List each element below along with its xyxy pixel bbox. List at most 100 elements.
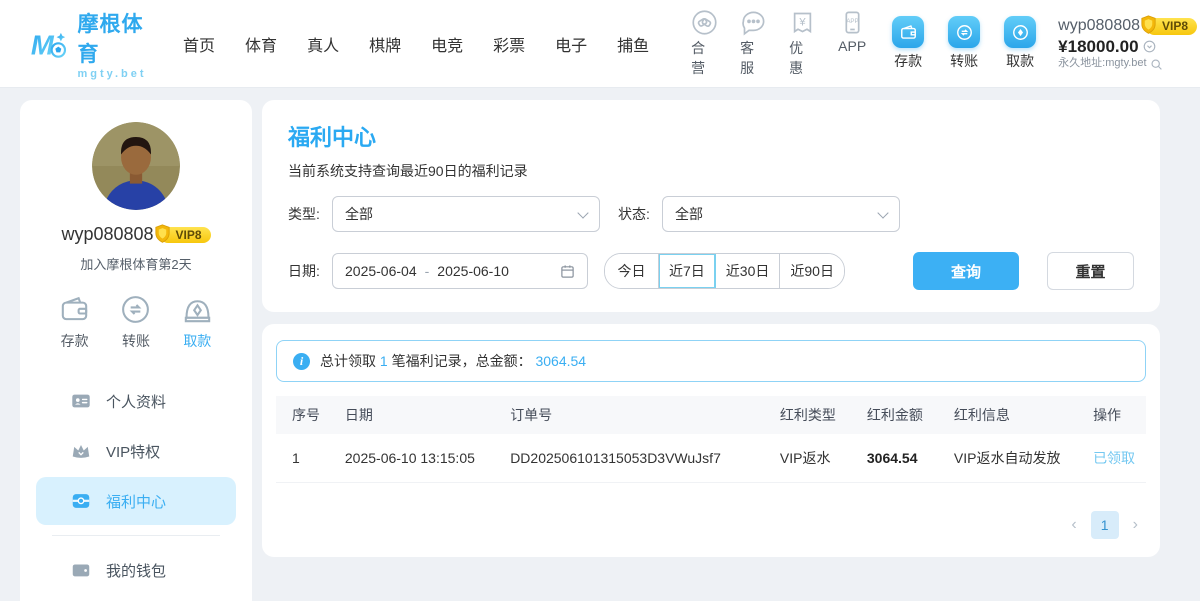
logo-mark-icon: M	[30, 23, 69, 65]
support-label: 客服	[740, 38, 767, 78]
user-info-block[interactable]: wyp080808 VIP8 ¥18000.00 永久地址:mgty.bet	[1058, 16, 1197, 71]
sidebar-withdraw-button[interactable]: 取款	[181, 293, 214, 351]
transfer-arrows-icon	[119, 293, 152, 326]
magnifier-icon[interactable]	[1150, 58, 1163, 71]
type-select-value: 全部	[345, 204, 373, 224]
sidebar-divider	[52, 535, 220, 536]
sidebar-item-vip[interactable]: VIP特权	[36, 427, 236, 475]
sidebar-item-transactions[interactable]: 交易记录	[36, 596, 236, 601]
nav-item-sports[interactable]: 体育	[245, 32, 277, 56]
deposit-wallet-icon	[899, 23, 918, 42]
partner-link[interactable]: 合营	[691, 9, 718, 78]
cell-index: 1	[276, 434, 337, 482]
sidebar-transfer-button[interactable]: 转账	[119, 293, 152, 351]
withdraw-coin-icon	[181, 293, 214, 326]
svg-text:¥: ¥	[799, 16, 807, 28]
type-label: 类型:	[288, 204, 332, 224]
table-row: 1 2025-06-10 13:15:05 DD202506101315053D…	[276, 434, 1146, 482]
deposit-label: 存款	[61, 331, 89, 351]
range-7days-button[interactable]: 近7日	[659, 254, 716, 288]
app-link[interactable]: APP APP	[838, 9, 866, 78]
quick-links: 合营 客服 ¥ 优惠 APP APP	[691, 9, 866, 78]
status-label: 状态:	[618, 204, 662, 224]
status-select[interactable]: 全部	[662, 196, 900, 232]
type-select[interactable]: 全部	[332, 196, 600, 232]
date-end-value: 2025-06-10	[437, 263, 509, 279]
balance-expand-icon[interactable]	[1143, 40, 1156, 53]
range-30days-button[interactable]: 近30日	[716, 254, 781, 288]
withdraw-button[interactable]: 取款	[1004, 16, 1036, 71]
page-subtitle: 当前系统支持查询最近90日的福利记录	[288, 161, 1134, 181]
vip-level-label: VIP8	[1162, 19, 1188, 34]
date-label: 日期:	[288, 261, 332, 281]
transfer-button[interactable]: 转账	[948, 16, 980, 71]
nav-item-home[interactable]: 首页	[183, 32, 215, 56]
balance-amount: ¥18000.00	[1058, 36, 1138, 57]
range-today-button[interactable]: 今日	[605, 254, 659, 288]
page-title: 福利中心	[288, 120, 1134, 152]
brand-logo[interactable]: M 摩根体育 mgty.bet	[30, 8, 153, 80]
deposit-wallet-icon	[58, 293, 91, 326]
chat-icon	[740, 9, 767, 36]
sidebar-avatar[interactable]	[92, 122, 180, 210]
calendar-icon	[560, 264, 575, 279]
query-button[interactable]: 查询	[913, 252, 1019, 290]
nav-item-cards[interactable]: 棋牌	[369, 32, 401, 56]
nav-item-slots[interactable]: 电子	[555, 32, 587, 56]
cell-order-no: DD202506101315053D3VWuJsf7	[502, 434, 772, 482]
gold-medal-icon	[1140, 15, 1157, 35]
date-start-value: 2025-06-04	[345, 263, 417, 279]
summary-text: 总计领取 1 笔福利记录，总金额： 3064.54	[320, 351, 586, 371]
svg-text:APP: APP	[846, 18, 858, 25]
svg-text:M: M	[31, 29, 55, 60]
brand-title: 摩根体育	[77, 8, 153, 68]
info-icon: i	[293, 353, 310, 370]
sidebar-item-wallet[interactable]: 我的钱包	[36, 546, 236, 594]
wallet-icon	[70, 559, 92, 581]
support-link[interactable]: 客服	[740, 9, 767, 78]
gift-box-icon	[70, 490, 92, 512]
transfer-label: 转账	[950, 51, 978, 71]
transfer-arrows-icon	[955, 23, 974, 42]
nav-item-live[interactable]: 真人	[307, 32, 339, 56]
range-90days-button[interactable]: 近90日	[780, 254, 844, 288]
page-number-1[interactable]: 1	[1091, 511, 1119, 539]
sidebar-item-welfare-center[interactable]: 福利中心	[36, 477, 236, 525]
nav-item-fishing[interactable]: 捕鱼	[617, 32, 649, 56]
quick-range-group: 今日 近7日 近30日 近90日	[604, 253, 845, 289]
brand-domain: mgty.bet	[77, 68, 153, 80]
date-range-input[interactable]: 2025-06-04 - 2025-06-10	[332, 253, 588, 289]
sidebar-wallet-actions: 存款 转账 取款	[20, 293, 252, 351]
crown-icon	[70, 440, 92, 462]
reset-button[interactable]: 重置	[1047, 252, 1134, 290]
col-bonus-type: 红利类型	[772, 396, 859, 434]
date-separator: -	[425, 263, 430, 279]
pagination: ‹ 1 ›	[276, 511, 1146, 539]
col-bonus-info: 红利信息	[946, 396, 1085, 434]
sidebar-deposit-button[interactable]: 存款	[58, 293, 91, 351]
page-body: wyp080808 VIP8 加入摩根体育第2天 存款	[0, 88, 1200, 601]
filter-row-date: 日期: 2025-06-04 - 2025-06-10 今日 近7日 近30日 …	[288, 252, 1134, 290]
sidebar-item-profile[interactable]: 个人资料	[36, 377, 236, 425]
wallet-actions: 存款 转账 取款	[892, 16, 1036, 71]
profile-sidebar: wyp080808 VIP8 加入摩根体育第2天 存款	[20, 100, 252, 601]
claimed-status: 已领取	[1085, 434, 1146, 482]
withdraw-coin-icon	[1011, 23, 1030, 42]
vip-level-label: VIP8	[176, 228, 202, 242]
top-navbar: M 摩根体育 mgty.bet 首页 体育 真人 棋牌 电竞 彩票 电子 捕鱼 …	[0, 0, 1200, 88]
sidebar-item-label: 个人资料	[106, 391, 166, 412]
sidebar-username: wyp080808	[61, 224, 153, 245]
table-header-row: 序号 日期 订单号 红利类型 红利金额 红利信息 操作	[276, 396, 1146, 434]
deposit-button[interactable]: 存款	[892, 16, 924, 71]
username: wyp080808	[1058, 16, 1140, 36]
next-page-button[interactable]: ›	[1133, 517, 1138, 533]
col-bonus-amount: 红利金额	[859, 396, 946, 434]
nav-item-lottery[interactable]: 彩票	[493, 32, 525, 56]
prev-page-button[interactable]: ‹	[1071, 517, 1076, 533]
sidebar-menu: 个人资料 VIP特权 福利中心	[20, 377, 252, 601]
summary-bar: i 总计领取 1 笔福利记录，总金额： 3064.54	[276, 340, 1146, 382]
nav-item-esports[interactable]: 电竞	[431, 32, 463, 56]
id-card-icon	[70, 390, 92, 412]
promo-link[interactable]: ¥ 优惠	[789, 9, 816, 78]
withdraw-label: 取款	[183, 331, 211, 351]
